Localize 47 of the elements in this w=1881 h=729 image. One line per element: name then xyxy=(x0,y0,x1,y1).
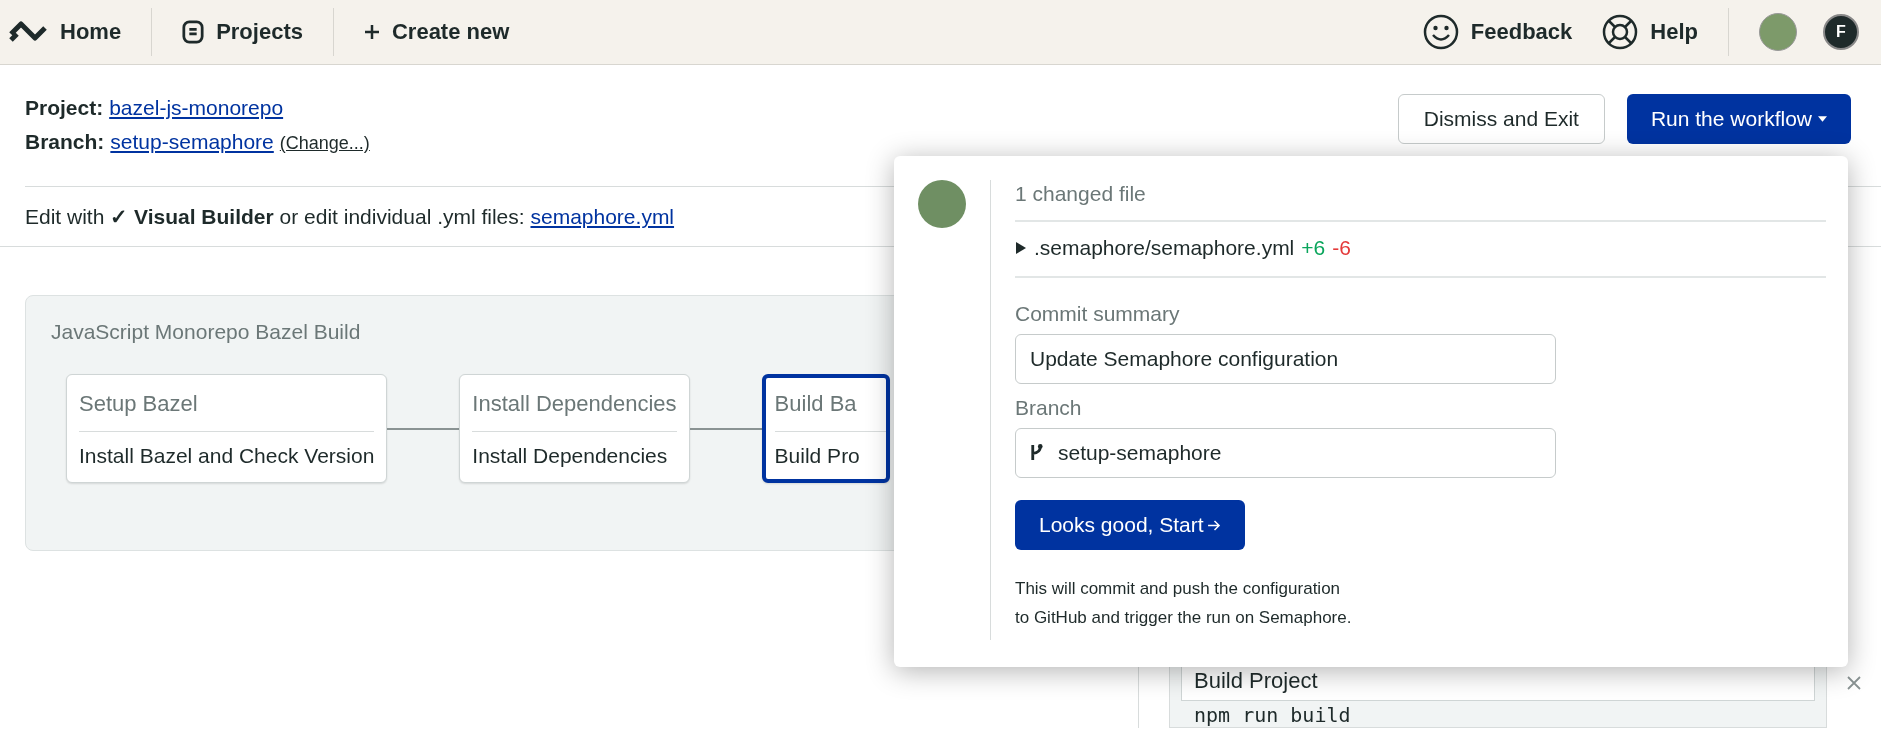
yml-file-link[interactable]: semaphore.yml xyxy=(530,205,675,228)
document-icon xyxy=(182,20,205,44)
change-link[interactable]: (Change...) xyxy=(279,133,370,154)
nav-link[interactable]: Projects xyxy=(182,19,333,45)
deletions-count: -6 xyxy=(1332,236,1351,260)
job-name: Install Dependencies xyxy=(472,443,669,468)
dismiss-button[interactable]: Dismiss and Exit xyxy=(1397,94,1605,144)
nav-link[interactable]: Create new xyxy=(363,19,540,45)
pipeline-title: JavaScript Monorepo Bazel Build xyxy=(51,320,361,344)
nav-link[interactable]: Home xyxy=(8,19,152,45)
commit-summary-label: Commit summary xyxy=(1015,302,1181,326)
smiley-icon xyxy=(1422,14,1459,50)
logo-icon xyxy=(8,20,48,44)
job-name: Build Pro xyxy=(774,443,861,468)
project-link[interactable]: bazel-js-monorepo xyxy=(109,96,284,120)
pipeline-block[interactable]: Setup Bazel Install Bazel and Check Version xyxy=(66,374,388,483)
arrow-right-icon xyxy=(1207,519,1221,531)
branch-icon xyxy=(1029,443,1044,462)
run-workflow-button[interactable]: Run the workflow xyxy=(1626,94,1851,144)
branch-label: Branch: xyxy=(25,130,105,154)
pipeline-block[interactable]: Install Dependencies Install Dependencies xyxy=(459,374,690,483)
command-text: npm run build xyxy=(1193,702,1352,727)
changed-files-title: 1 changed file xyxy=(1015,181,1147,207)
project-label: Project: xyxy=(25,96,104,120)
expand-triangle-icon[interactable] xyxy=(1015,241,1027,255)
additions-count: +6 xyxy=(1301,236,1326,260)
job-name: Install Bazel and Check Version xyxy=(79,443,375,468)
branch-field[interactable]: setup-semaphore xyxy=(1015,428,1556,478)
plus-icon xyxy=(363,24,380,40)
commit-summary-field[interactable]: Update Semaphore configuration xyxy=(1015,334,1556,384)
avatar-photo[interactable] xyxy=(1759,13,1797,51)
block-title: Install Dependencies xyxy=(472,387,677,432)
user-avatar[interactable]: F xyxy=(1823,14,1859,50)
branch-label: Branch xyxy=(1015,396,1083,420)
avatar-photo xyxy=(918,180,966,228)
help-icon xyxy=(1602,14,1639,50)
pipeline-block[interactable]: Build Ba Build Pro xyxy=(761,374,890,483)
file-path[interactable]: .semaphore/semaphore.yml xyxy=(1034,236,1295,260)
commit-note: This will commit and push the configuration to GitHub and trigger the run on Semaphore. xyxy=(1015,578,1353,629)
start-button[interactable]: Looks good, Start xyxy=(1015,500,1245,550)
branch-link[interactable]: setup-semaphore xyxy=(110,130,274,154)
block-title: Build Ba xyxy=(774,387,886,432)
block-title: Setup Bazel xyxy=(79,387,375,432)
caret-icon xyxy=(1818,116,1827,122)
close-icon[interactable] xyxy=(1847,676,1861,690)
nav-link[interactable]: Help xyxy=(1602,14,1728,50)
nav-link[interactable]: Feedback xyxy=(1422,14,1603,50)
